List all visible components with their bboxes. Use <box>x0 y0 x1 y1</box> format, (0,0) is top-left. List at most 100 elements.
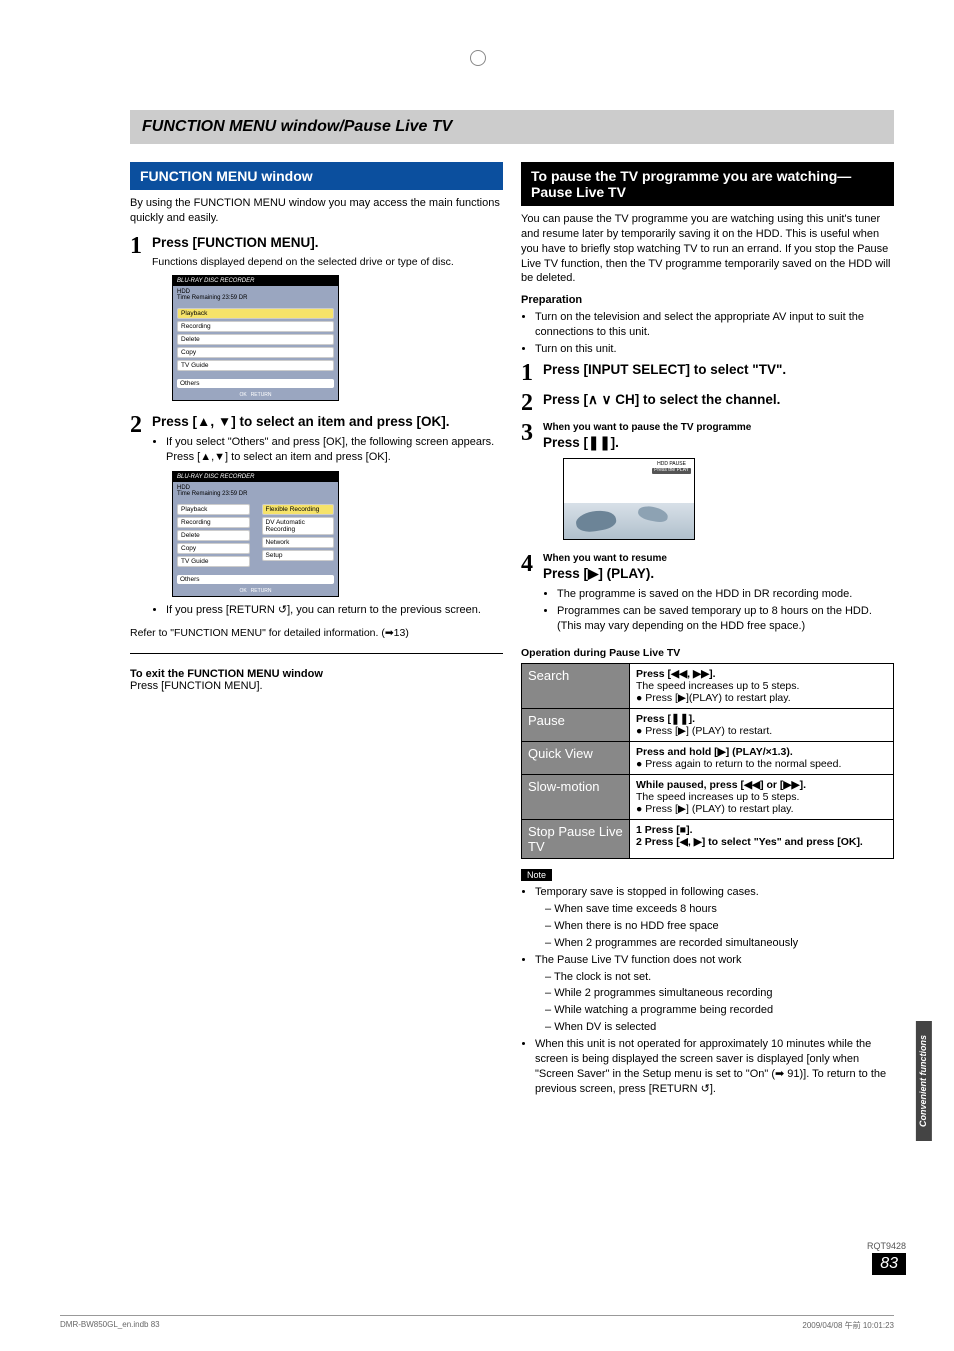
note-item: When this unit is not operated for appro… <box>535 1037 894 1096</box>
exit-title: To exit the FUNCTION MENU window <box>130 668 503 680</box>
tv-label-hdd: HDD <box>657 461 668 467</box>
note-item: The Pause Live TV function does not work… <box>535 953 894 1035</box>
right-step3-title: Press [❚❚]. <box>543 434 894 452</box>
note-sub: While 2 programmes simultaneous recordin… <box>545 986 894 1001</box>
tv-label-press: Press the PLAY <box>652 468 691 474</box>
step-number: 4 <box>521 552 533 638</box>
right-step4-bullet: Programmes can be saved temporary up to … <box>557 604 894 634</box>
table-row: Quick View Press and hold [▶] (PLAY/×1.3… <box>522 742 894 775</box>
step-3-right: 3 When you want to pause the TV programm… <box>521 421 894 546</box>
menu1-item: Playback <box>177 308 334 319</box>
step-1-left: 1 Press [FUNCTION MENU]. Functions displ… <box>130 234 503 408</box>
note-sub: When 2 programmes are recorded simultane… <box>545 936 894 951</box>
section-header-pause-live-tv: To pause the TV programme you are watchi… <box>521 162 894 206</box>
menu2-right-item: Flexible Recording <box>262 504 335 515</box>
op-name: Search <box>522 664 630 709</box>
menu2-footer-return: RETURN <box>251 588 272 594</box>
table-row: Pause Press [❚❚]. ● Press [▶] (PLAY) to … <box>522 709 894 742</box>
note-sub: The clock is not set. <box>545 970 894 985</box>
step-number: 2 <box>521 391 533 415</box>
note-sub: When save time exceeds 8 hours <box>545 902 894 917</box>
left-column: FUNCTION MENU window By using the FUNCTI… <box>130 162 503 1100</box>
step2-bullet: If you select "Others" and press [OK], t… <box>166 435 503 465</box>
step-4-right: 4 When you want to resume Press [▶] (PLA… <box>521 552 894 638</box>
side-tab: Convenient functions <box>916 1021 932 1141</box>
menu1-rem: Time Remaining 23:59 DR <box>177 295 247 301</box>
footer-line: DMR-BW850GL_en.indb 83 2009/04/08 午前 10:… <box>60 1315 894 1331</box>
menu1-others: Others <box>177 379 334 388</box>
right-step4-bullet: The programme is saved on the HDD in DR … <box>557 587 894 602</box>
menu2-right-item: Setup <box>262 550 335 561</box>
menu-screenshot-1: BLU-RAY DISC RECORDER HDD Time Remaining… <box>172 275 339 401</box>
dolphin-shape <box>637 504 669 523</box>
op-line: ● Press [▶](PLAY) to restart play. <box>636 692 791 704</box>
note-sub: When DV is selected <box>545 1020 894 1035</box>
note-label: Note <box>521 869 552 881</box>
op-name: Quick View <box>522 742 630 775</box>
menu1-footer-return: RETURN <box>251 392 272 398</box>
footer-right: 2009/04/08 午前 10:01:23 <box>802 1320 894 1331</box>
page-title: FUNCTION MENU window/Pause Live TV <box>130 110 894 144</box>
menu1-item: Delete <box>177 334 334 345</box>
op-line: The speed increases up to 5 steps. <box>636 680 799 692</box>
right-column: To pause the TV programme you are watchi… <box>521 162 894 1100</box>
op-name: Slow-motion <box>522 775 630 820</box>
menu2-footer-ok: OK <box>239 588 246 594</box>
menu1-item: Recording <box>177 321 334 332</box>
menu2-rem: Time Remaining 23:59 DR <box>177 491 247 497</box>
operation-table: Search Press [◀◀, ▶▶]. The speed increas… <box>521 663 894 859</box>
op-numline: 1 Press [■]. <box>636 824 693 836</box>
op-name: Stop Pause Live TV <box>522 820 630 859</box>
menu1-brand: BLU-RAY DISC RECORDER <box>173 276 338 286</box>
section-header-function-menu: FUNCTION MENU window <box>130 162 503 190</box>
right-step2-title: Press [∧ ∨ CH] to select the channel. <box>543 391 894 409</box>
note-item: Temporary save is stopped in following c… <box>535 885 894 950</box>
op-line: ● Press [▶] (PLAY) to restart. <box>636 725 772 737</box>
left-intro: By using the FUNCTION MENU window you ma… <box>130 196 503 226</box>
op-line: ● Press [▶] (PLAY) to restart play. <box>636 803 794 815</box>
step1-title: Press [FUNCTION MENU]. <box>152 234 503 252</box>
right-step4-title: Press [▶] (PLAY). <box>543 565 894 583</box>
menu2-left-item: Recording <box>177 517 250 528</box>
menu2-brand: BLU-RAY DISC RECORDER <box>173 472 338 482</box>
step-2-right: 2 Press [∧ ∨ CH] to select the channel. <box>521 391 894 415</box>
return-bullet: If you press [RETURN ↺], you can return … <box>166 603 503 618</box>
menu1-item: Copy <box>177 347 334 358</box>
right-step4-pre: When you want to resume <box>543 552 894 566</box>
menu2-others: Others <box>177 575 334 584</box>
op-line: The speed increases up to 5 steps. <box>636 791 799 803</box>
menu2-right-item: Network <box>262 537 335 548</box>
right-intro: You can pause the TV programme you are w… <box>521 212 894 286</box>
table-row: Stop Pause Live TV 1 Press [■]. 2 Press … <box>522 820 894 859</box>
step-number: 3 <box>521 421 533 546</box>
menu1-item: TV Guide <box>177 360 334 371</box>
step-number: 2 <box>130 413 142 621</box>
step-number: 1 <box>130 234 142 408</box>
step-2-left: 2 Press [▲, ▼] to select an item and pre… <box>130 413 503 621</box>
menu2-left-item: Playback <box>177 504 250 515</box>
step-1-right: 1 Press [INPUT SELECT] to select "TV". <box>521 361 894 385</box>
page-number-box: RQT9428 83 <box>867 1241 906 1275</box>
exit-body: Press [FUNCTION MENU]. <box>130 680 503 692</box>
op-numline: 2 Press [◀, ▶] to select "Yes" and press… <box>636 836 863 848</box>
menu2-right-item: DV Automatic Recording <box>262 517 335 535</box>
preparation-heading: Preparation <box>521 294 894 306</box>
rq-code: RQT9428 <box>867 1241 906 1251</box>
op-line: ● Press again to return to the normal sp… <box>636 758 841 770</box>
prep-item: Turn on this unit. <box>535 342 894 357</box>
tv-screenshot: HDD PAUSE Press the PLAY <box>563 458 695 540</box>
step2-title: Press [▲, ▼] to select an item and press… <box>152 413 503 431</box>
table-row: Slow-motion While paused, press [◀◀] or … <box>522 775 894 820</box>
right-step3-pre: When you want to pause the TV programme <box>543 421 894 435</box>
op-name: Pause <box>522 709 630 742</box>
menu-screenshot-2: BLU-RAY DISC RECORDER HDD Time Remaining… <box>172 471 339 597</box>
menu2-left-item: Delete <box>177 530 250 541</box>
page-number: 83 <box>872 1253 906 1275</box>
step1-desc: Functions displayed depend on the select… <box>152 255 503 269</box>
menu1-footer-ok: OK <box>239 392 246 398</box>
operation-caption: Operation during Pause Live TV <box>521 647 894 659</box>
prep-item: Turn on the television and select the ap… <box>535 310 894 340</box>
note-sub: When there is no HDD free space <box>545 919 894 934</box>
note-sub: While watching a programme being recorde… <box>545 1003 894 1018</box>
dolphin-shape <box>575 507 618 534</box>
